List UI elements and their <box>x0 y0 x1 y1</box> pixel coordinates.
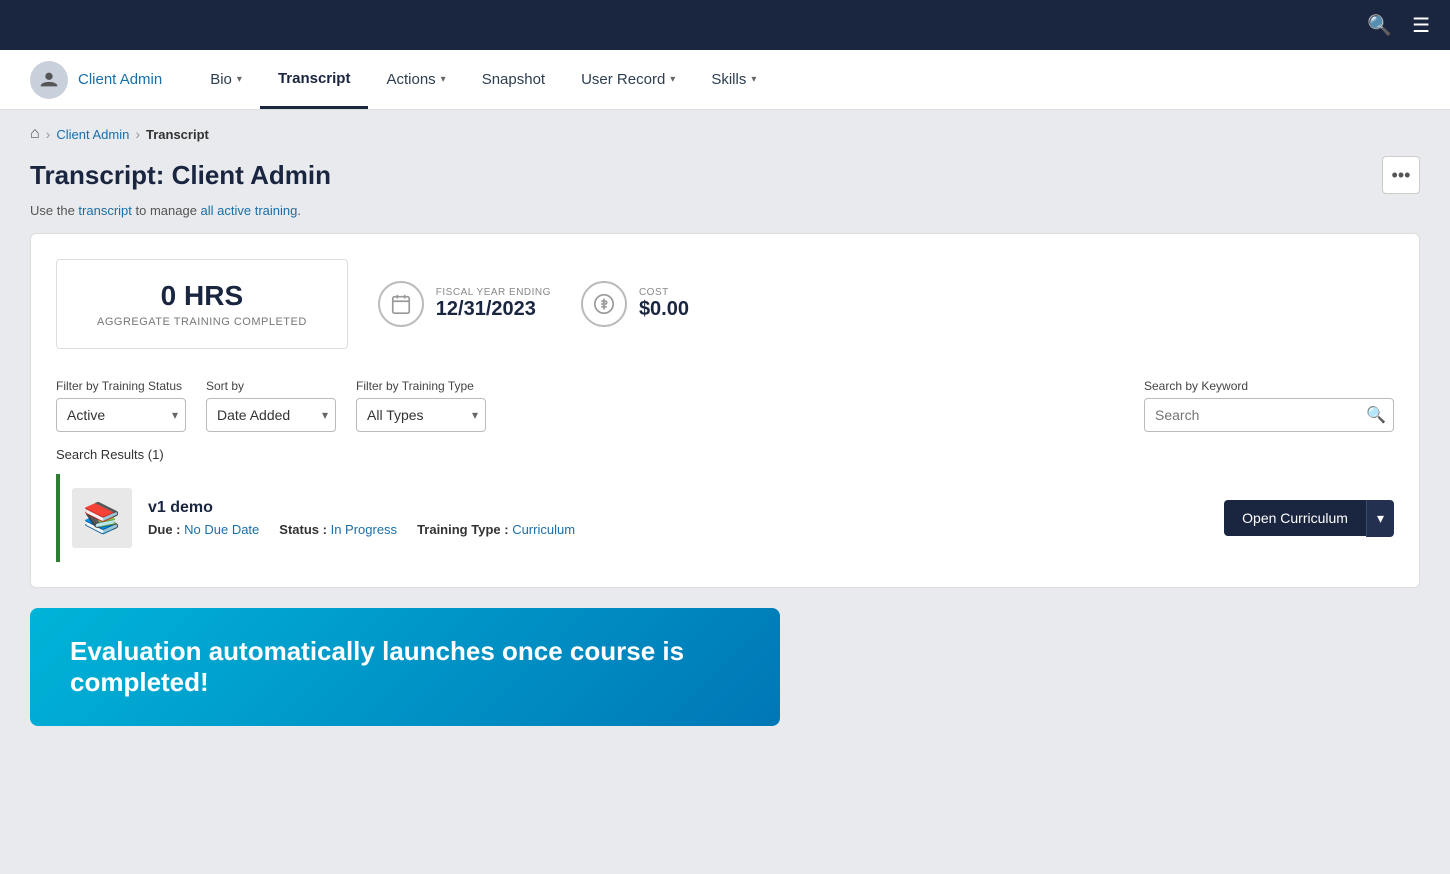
user-avatar-area: Client Admin <box>30 61 162 99</box>
nav-item-skills[interactable]: Skills ▾ <box>693 50 774 109</box>
cost-icon <box>581 281 627 327</box>
aggregate-training-box: 0 HRS AGGREGATE TRAINING COMPLETED <box>56 259 348 349</box>
open-curriculum-dropdown-button[interactable]: ▾ <box>1366 500 1394 537</box>
result-meta: Due : No Due Date Status : In Progress T… <box>148 522 1208 537</box>
avatar <box>30 61 68 99</box>
nav-item-user-record[interactable]: User Record ▾ <box>563 50 693 109</box>
cost-stat: COST $0.00 <box>581 281 689 327</box>
fiscal-year-text: FISCAL YEAR ENDING 12/31/2023 <box>436 287 551 321</box>
training-type-label: Filter by Training Type <box>356 379 486 393</box>
training-type-select[interactable]: All Types Course Curriculum Task <box>356 398 486 432</box>
search-group: Search by Keyword 🔍 <box>1144 379 1394 432</box>
training-status-filter: Filter by Training Status Active Complet… <box>56 379 186 432</box>
training-status-select-wrapper: Active Completed All <box>56 398 186 432</box>
hrs-value: 0 HRS <box>97 280 307 312</box>
hrs-label: AGGREGATE TRAINING COMPLETED <box>97 316 307 328</box>
top-bar: 🔍 ☰ <box>0 0 1450 50</box>
training-status-select[interactable]: Active Completed All <box>56 398 186 432</box>
calendar-icon <box>378 281 424 327</box>
type-value: Curriculum <box>512 522 575 537</box>
training-status-label: Filter by Training Status <box>56 379 186 393</box>
sort-by-label: Sort by <box>206 379 336 393</box>
result-item: 📚 v1 demo Due : No Due Date Status : In … <box>56 474 1394 562</box>
actions-chevron-icon: ▾ <box>441 74 446 85</box>
page-title: Transcript: Client Admin <box>30 160 331 191</box>
filter-row: Filter by Training Status Active Complet… <box>56 379 1394 432</box>
open-curriculum-button[interactable]: Open Curriculum <box>1224 500 1366 536</box>
breadcrumb-sep-1: › <box>46 126 51 142</box>
page-subtitle: Use the transcript to manage all active … <box>0 199 1450 233</box>
more-options-button[interactable]: ••• <box>1382 156 1420 194</box>
search-input-wrapper: 🔍 <box>1144 398 1394 432</box>
sort-by-filter: Sort by Date Added Title Status <box>206 379 336 432</box>
nav-item-snapshot[interactable]: Snapshot <box>464 50 563 109</box>
type-meta: Training Type : Curriculum <box>417 522 575 537</box>
active-training-link[interactable]: all active training <box>201 203 298 218</box>
nav-item-transcript[interactable]: Transcript <box>260 50 369 109</box>
page-title-area: Transcript: Client Admin ••• <box>0 148 1450 199</box>
search-results-label: Search Results (1) <box>56 447 1394 462</box>
user-nav: Client Admin Bio ▾ Transcript Actions ▾ … <box>0 50 1450 110</box>
search-label: Search by Keyword <box>1144 379 1394 393</box>
evaluation-banner: Evaluation automatically launches once c… <box>30 608 780 726</box>
due-value: No Due Date <box>184 522 259 537</box>
main-card: 0 HRS AGGREGATE TRAINING COMPLETED FISCA… <box>30 233 1420 588</box>
status-meta: Status : In Progress <box>279 522 397 537</box>
book-stack-icon: 📚 <box>83 501 120 536</box>
search-icon[interactable]: 🔍 <box>1367 13 1392 38</box>
result-info: v1 demo Due : No Due Date Status : In Pr… <box>148 499 1208 537</box>
training-type-filter: Filter by Training Type All Types Course… <box>356 379 486 432</box>
stats-row: 0 HRS AGGREGATE TRAINING COMPLETED FISCA… <box>56 259 1394 349</box>
nav-items: Bio ▾ Transcript Actions ▾ Snapshot User… <box>192 50 774 109</box>
menu-icon[interactable]: ☰ <box>1412 13 1430 38</box>
search-button[interactable]: 🔍 <box>1366 405 1386 425</box>
fiscal-year-value: 12/31/2023 <box>436 298 551 321</box>
skills-chevron-icon: ▾ <box>751 74 756 85</box>
fiscal-year-stat: FISCAL YEAR ENDING 12/31/2023 <box>378 281 551 327</box>
cost-text: COST $0.00 <box>639 287 689 321</box>
bio-chevron-icon: ▾ <box>237 74 242 85</box>
breadcrumb-transcript: Transcript <box>146 127 209 142</box>
breadcrumb: ⌂ › Client Admin › Transcript <box>0 110 1450 148</box>
search-input[interactable] <box>1144 398 1394 432</box>
nav-item-bio[interactable]: Bio ▾ <box>192 50 260 109</box>
open-curriculum-btn-group: Open Curriculum ▾ <box>1224 500 1394 537</box>
cost-label: COST <box>639 287 689 298</box>
breadcrumb-sep-2: › <box>135 126 140 142</box>
breadcrumb-client-admin[interactable]: Client Admin <box>56 127 129 142</box>
banner-text: Evaluation automatically launches once c… <box>70 636 684 697</box>
sort-by-select-wrapper: Date Added Title Status <box>206 398 336 432</box>
user-name: Client Admin <box>78 71 162 88</box>
fiscal-year-label: FISCAL YEAR ENDING <box>436 287 551 298</box>
nav-item-actions[interactable]: Actions ▾ <box>368 50 463 109</box>
user-record-chevron-icon: ▾ <box>670 74 675 85</box>
result-title: v1 demo <box>148 499 1208 517</box>
due-meta: Due : No Due Date <box>148 522 259 537</box>
cost-value: $0.00 <box>639 298 689 321</box>
training-type-select-wrapper: All Types Course Curriculum Task <box>356 398 486 432</box>
transcript-link[interactable]: transcript <box>78 203 131 218</box>
home-icon[interactable]: ⌂ <box>30 125 40 143</box>
result-thumbnail: 📚 <box>72 488 132 548</box>
sort-by-select[interactable]: Date Added Title Status <box>206 398 336 432</box>
status-value: In Progress <box>331 522 397 537</box>
